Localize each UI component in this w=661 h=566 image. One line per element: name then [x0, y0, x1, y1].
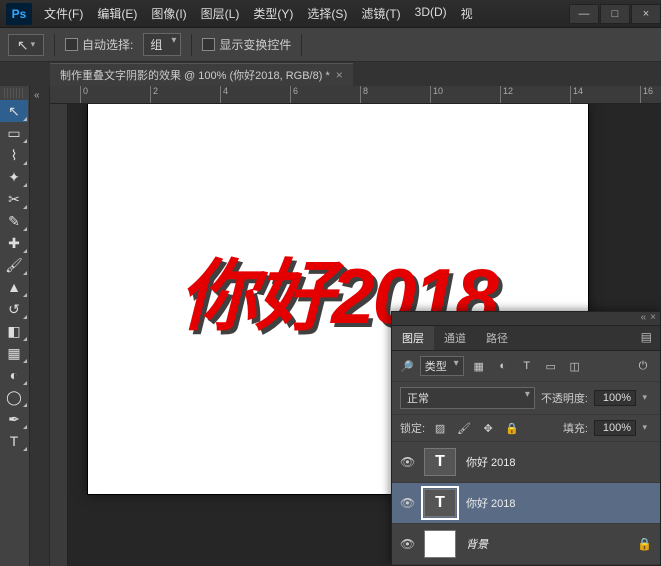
- auto-select-checkbox[interactable]: 自动选择:: [65, 36, 133, 53]
- menu-filter[interactable]: 滤镜(T): [355, 1, 406, 26]
- opacity-field[interactable]: 100%: [594, 390, 636, 406]
- pen-tool[interactable]: ✒: [0, 408, 28, 430]
- document-tab-title: 制作重叠文字阴影的效果 @ 100% (你好2018, RGB/8) *: [60, 67, 330, 83]
- eraser-tool[interactable]: ◧: [0, 320, 28, 342]
- visibility-toggle[interactable]: 👁: [400, 537, 414, 551]
- filter-shape-icon[interactable]: ▭: [542, 358, 560, 374]
- blend-mode-dropdown[interactable]: 正常: [400, 387, 535, 409]
- layer-row[interactable]: 👁 T 你好 2018: [392, 483, 660, 524]
- layer-row[interactable]: 👁 T 你好 2018: [392, 442, 660, 483]
- visibility-toggle[interactable]: 👁: [400, 455, 414, 469]
- lock-all-icon[interactable]: 🔒: [503, 420, 521, 436]
- tab-layers[interactable]: 图层: [392, 326, 434, 350]
- menu-type[interactable]: 类型(Y): [247, 1, 299, 26]
- menu-file[interactable]: 文件(F): [38, 1, 89, 26]
- window-minimize-button[interactable]: —: [569, 4, 599, 24]
- layer-name[interactable]: 背景: [466, 536, 488, 552]
- show-transform-checkbox[interactable]: 显示变换控件: [202, 36, 291, 53]
- panel-collapse-icon[interactable]: «: [641, 312, 647, 323]
- panel-close-icon[interactable]: ×: [650, 312, 656, 323]
- lock-pixels-icon[interactable]: 🖌: [455, 420, 473, 436]
- layer-thumbnail-type: T: [424, 448, 456, 476]
- options-bar: ↖▾ 自动选择: 组 显示变换控件: [0, 28, 661, 62]
- menu-edit[interactable]: 编辑(E): [91, 1, 143, 26]
- ruler-vertical: [50, 104, 68, 566]
- filter-type-icon[interactable]: T: [518, 358, 536, 374]
- layer-name[interactable]: 你好 2018: [466, 454, 516, 470]
- history-brush-tool[interactable]: ↺: [0, 298, 28, 320]
- visibility-toggle[interactable]: 👁: [400, 496, 414, 510]
- filter-smart-icon[interactable]: ◫: [566, 358, 584, 374]
- tab-paths[interactable]: 路径: [476, 326, 518, 350]
- menu-image[interactable]: 图像(I): [145, 1, 192, 26]
- healing-brush-tool[interactable]: ✚: [0, 232, 28, 254]
- blur-tool[interactable]: ◐: [0, 364, 28, 386]
- window-maximize-button[interactable]: □: [600, 4, 630, 24]
- menu-bar: 文件(F) 编辑(E) 图像(I) 图层(L) 类型(Y) 选择(S) 滤镜(T…: [38, 1, 568, 26]
- menu-view-truncated[interactable]: 视: [455, 1, 479, 26]
- type-tool[interactable]: T: [0, 430, 28, 452]
- move-tool[interactable]: ↖: [0, 100, 28, 122]
- auto-select-target-dropdown[interactable]: 组: [143, 33, 181, 56]
- fill-field[interactable]: 100%: [594, 420, 636, 436]
- filter-toggle[interactable]: ⏻: [634, 358, 652, 374]
- fill-label: 填充:: [563, 420, 588, 436]
- filter-pixel-icon[interactable]: ▦: [470, 358, 488, 374]
- document-tab-close[interactable]: ×: [336, 68, 343, 82]
- lock-position-icon[interactable]: ✥: [479, 420, 497, 436]
- menu-layer[interactable]: 图层(L): [195, 1, 246, 26]
- eyedropper-tool[interactable]: ✎: [0, 210, 28, 232]
- crop-tool[interactable]: ✂: [0, 188, 28, 210]
- gradient-tool[interactable]: ▦: [0, 342, 28, 364]
- filter-kind-dropdown[interactable]: 类型: [420, 356, 464, 376]
- tab-channels[interactable]: 通道: [434, 326, 476, 350]
- lock-icon: 🔒: [637, 537, 652, 551]
- lasso-tool[interactable]: ⌇: [0, 144, 28, 166]
- panel-menu-icon[interactable]: ▤: [633, 326, 660, 350]
- lock-label: 锁定:: [400, 420, 425, 436]
- layer-list: 👁 T 你好 2018 👁 T 你好 2018 👁 背景 🔒: [392, 442, 660, 565]
- layer-thumbnail-background: [424, 530, 456, 558]
- filter-adjust-icon[interactable]: ◐: [494, 358, 512, 374]
- marquee-tool[interactable]: ▭: [0, 122, 28, 144]
- magic-wand-tool[interactable]: ✦: [0, 166, 28, 188]
- filter-search-icon[interactable]: 🔎: [400, 360, 414, 373]
- ruler-horizontal: 0 2 4 6 8 10 12 14 16: [50, 86, 661, 104]
- layer-thumbnail-type: T: [424, 489, 456, 517]
- brush-tool[interactable]: 🖌: [0, 254, 28, 276]
- lock-transparency-icon[interactable]: ▨: [431, 420, 449, 436]
- clone-stamp-tool[interactable]: ▲: [0, 276, 28, 298]
- panel-collapse-icon[interactable]: «: [34, 90, 40, 101]
- layers-panel: « × 图层 通道 路径 ▤ 🔎 类型 ▦ ◐ T ▭ ◫ ⏻ 正常 不透明度:…: [391, 311, 661, 566]
- menu-3d[interactable]: 3D(D): [409, 1, 453, 26]
- layer-name[interactable]: 你好 2018: [466, 495, 516, 511]
- app-logo: Ps: [6, 3, 32, 25]
- dodge-tool[interactable]: ◯: [0, 386, 28, 408]
- layer-row[interactable]: 👁 背景 🔒: [392, 524, 660, 565]
- opacity-label: 不透明度:: [541, 390, 588, 406]
- document-tab[interactable]: 制作重叠文字阴影的效果 @ 100% (你好2018, RGB/8) * ×: [50, 63, 353, 86]
- current-tool-indicator[interactable]: ↖▾: [8, 34, 44, 56]
- window-close-button[interactable]: ×: [631, 4, 661, 24]
- menu-select[interactable]: 选择(S): [301, 1, 353, 26]
- toolbox-grip[interactable]: [4, 88, 25, 98]
- toolbox: ↖ ▭ ⌇ ✦ ✂ ✎ ✚ 🖌 ▲ ↺ ◧ ▦ ◐ ◯ ✒ T: [0, 86, 30, 566]
